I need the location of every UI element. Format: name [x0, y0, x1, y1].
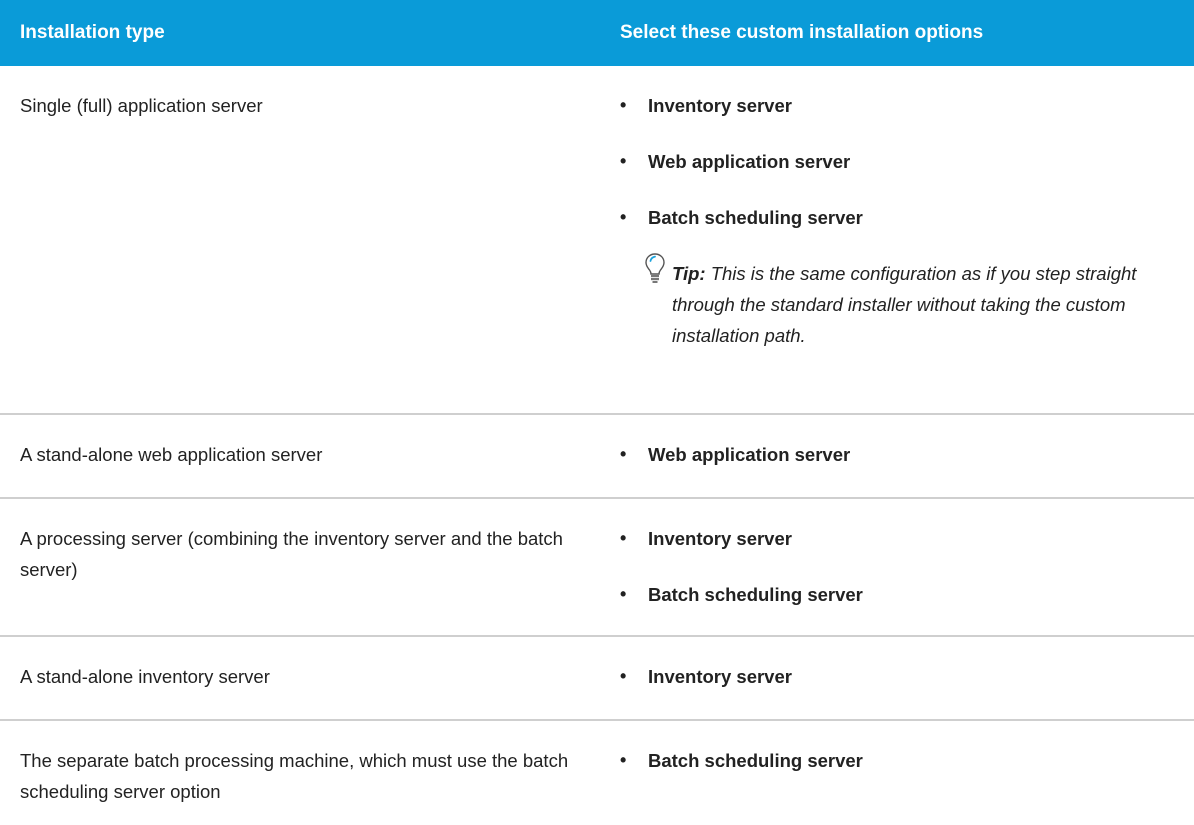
option-label: Batch scheduling server [648, 584, 863, 605]
bullet: • [620, 528, 627, 548]
tip-note: Tip: This is the same configuration as i… [644, 253, 1174, 351]
bullet: • [620, 750, 627, 770]
table-row: Single (full) application server • Inven… [0, 66, 1194, 415]
option-label: Inventory server [648, 528, 792, 549]
tip-label: Tip: [672, 263, 706, 284]
installation-type-cell: A stand-alone web application server [20, 444, 323, 465]
option-item: • Inventory server [620, 661, 1174, 692]
option-item: • Web application server [620, 439, 1174, 470]
options-cell: • Inventory server • Batch scheduling se… [600, 499, 1194, 635]
options-cell: • Inventory server • Web application ser… [600, 66, 1194, 413]
bullet: • [620, 207, 627, 227]
installation-options-table: Installation type Select these custom in… [0, 0, 1194, 825]
options-cell: • Inventory server [600, 637, 1194, 719]
tip-text: This is the same configuration as if you… [672, 263, 1137, 346]
installation-type-cell: The separate batch processing machine, w… [20, 750, 569, 802]
lightbulb-icon [644, 252, 672, 351]
header-installation-type: Installation type [20, 22, 165, 43]
bullet: • [620, 584, 627, 604]
option-item: • Inventory server [620, 90, 1174, 121]
option-item: • Web application server [620, 146, 1174, 177]
options-cell: • Web application server [600, 415, 1194, 497]
installation-type-cell: A stand-alone inventory server [20, 666, 270, 687]
installation-type-cell: Single (full) application server [20, 95, 263, 116]
option-label: Web application server [648, 151, 851, 172]
option-item: • Batch scheduling server [620, 745, 1174, 776]
table-row: A stand-alone web application server • W… [0, 415, 1194, 499]
bullet: • [620, 666, 627, 686]
table-row: A processing server (combining the inven… [0, 499, 1194, 637]
option-label: Inventory server [648, 666, 792, 687]
option-item: • Inventory server [620, 523, 1174, 554]
table-row: A stand-alone inventory server • Invento… [0, 637, 1194, 721]
table-header: Installation type Select these custom in… [0, 0, 1194, 66]
option-label: Batch scheduling server [648, 207, 863, 228]
option-label: Web application server [648, 444, 851, 465]
option-item: • Batch scheduling server [620, 579, 1174, 610]
bullet: • [620, 444, 627, 464]
installation-type-cell: A processing server (combining the inven… [20, 528, 563, 580]
bullet: • [620, 95, 627, 115]
header-custom-options: Select these custom installation options [620, 22, 984, 43]
option-label: Batch scheduling server [648, 750, 863, 771]
option-item: • Batch scheduling server [620, 202, 1174, 233]
table-row: The separate batch processing machine, w… [0, 721, 1194, 825]
option-label: Inventory server [648, 95, 792, 116]
bullet: • [620, 151, 627, 171]
options-cell: • Batch scheduling server [600, 721, 1194, 825]
